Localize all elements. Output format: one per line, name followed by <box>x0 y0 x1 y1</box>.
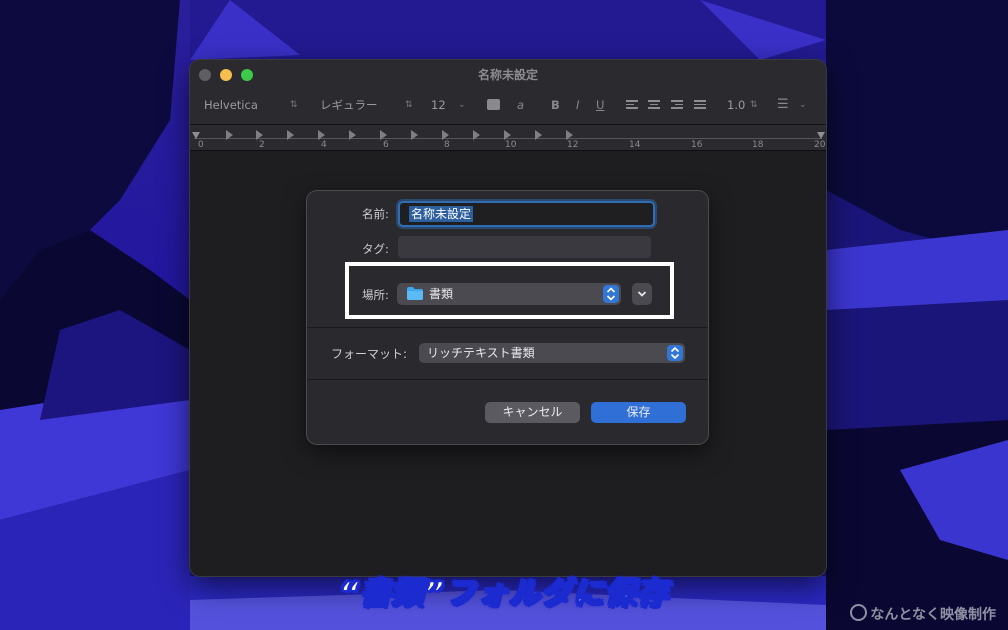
ruler-label: 6 <box>383 140 389 150</box>
ruler-label: 18 <box>752 140 764 150</box>
tab-stop[interactable] <box>349 130 356 140</box>
tab-stop[interactable] <box>442 130 449 140</box>
format-value: リッチテキスト書類 <box>427 346 535 360</box>
ruler-label: 10 <box>505 140 517 150</box>
ruler-label: 14 <box>629 140 641 150</box>
tab-stop[interactable] <box>256 130 263 140</box>
bold-button[interactable]: B <box>551 96 560 114</box>
tags-label: タグ: <box>362 242 389 256</box>
tab-stop[interactable] <box>473 130 480 140</box>
text-background-color-button[interactable]: a <box>517 96 524 114</box>
ruler-label: 8 <box>444 140 450 150</box>
ruler-label: 2 <box>259 140 265 150</box>
align-left-icon[interactable] <box>626 100 638 110</box>
tab-stop[interactable] <box>287 130 294 140</box>
align-right-icon[interactable] <box>671 100 683 110</box>
save-button[interactable]: 保存 <box>591 402 686 423</box>
save-dialog: 名前: 名称未設定 タグ: 場所: 書類 フォーマット: リッチテキスト書類 キ… <box>307 191 708 444</box>
right-margin-marker[interactable] <box>817 132 825 139</box>
list-chevron-icon[interactable]: ⌄ <box>799 96 807 114</box>
watermark: なんとなく映像制作 <box>850 604 996 624</box>
ruler-label: 16 <box>691 140 703 150</box>
line-spacing-stepper-icon: ⇅ <box>750 100 758 110</box>
ruler-label: 12 <box>567 140 579 150</box>
name-field[interactable]: 名称未設定 <box>398 201 655 227</box>
name-label: 名前: <box>362 207 389 221</box>
ruler-label: 0 <box>198 140 204 150</box>
format-label: フォーマット: <box>331 347 408 361</box>
tab-stop[interactable] <box>226 130 233 140</box>
divider <box>307 379 708 380</box>
aperture-icon <box>850 604 868 621</box>
line-spacing-select[interactable]: 1.0 <box>727 96 745 114</box>
tab-stop[interactable] <box>566 130 573 140</box>
format-stepper-icon <box>667 345 683 361</box>
watermark-text: なんとなく映像制作 <box>870 607 996 623</box>
font-size-field[interactable]: 12 <box>431 96 446 114</box>
tab-stop[interactable] <box>535 130 542 140</box>
tab-stop[interactable] <box>504 130 511 140</box>
list-bullets-icon[interactable]: ☰ <box>777 96 789 114</box>
ruler-label: 20 <box>814 140 826 150</box>
underline-button[interactable]: U <box>596 96 604 114</box>
ruler[interactable]: 0 2 4 6 8 10 12 14 16 18 20 <box>190 124 826 155</box>
tab-stop[interactable] <box>380 130 387 140</box>
format-toolbar: Helvetica ⇅ レギュラー ⇅ 12 ⌄ a B I U 1.0 ⇅ ☰… <box>190 94 826 118</box>
font-style-select[interactable]: レギュラー <box>320 96 378 114</box>
font-family-stepper-icon: ⇅ <box>290 100 298 110</box>
tab-stop[interactable] <box>318 130 325 140</box>
tags-field[interactable] <box>398 236 651 258</box>
font-style-stepper-icon: ⇅ <box>405 100 413 110</box>
align-justify-icon[interactable] <box>694 100 706 110</box>
name-field-value[interactable]: 名称未設定 <box>409 206 474 222</box>
window-title: 名称未設定 <box>477 68 538 82</box>
italic-button[interactable]: I <box>576 96 579 114</box>
text-color-swatch[interactable] <box>487 99 500 110</box>
cancel-button[interactable]: キャンセル <box>485 402 580 423</box>
first-line-indent-marker[interactable] <box>192 132 200 139</box>
divider <box>307 327 708 328</box>
ruler-label: 4 <box>321 140 327 150</box>
align-center-icon[interactable] <box>648 100 660 110</box>
highlight-annotation-box <box>345 262 674 319</box>
format-popup[interactable]: リッチテキスト書類 <box>419 343 685 363</box>
tab-stop[interactable] <box>411 130 418 140</box>
font-size-chevron-icon[interactable]: ⌄ <box>458 96 466 114</box>
font-family-select[interactable]: Helvetica <box>204 96 258 114</box>
